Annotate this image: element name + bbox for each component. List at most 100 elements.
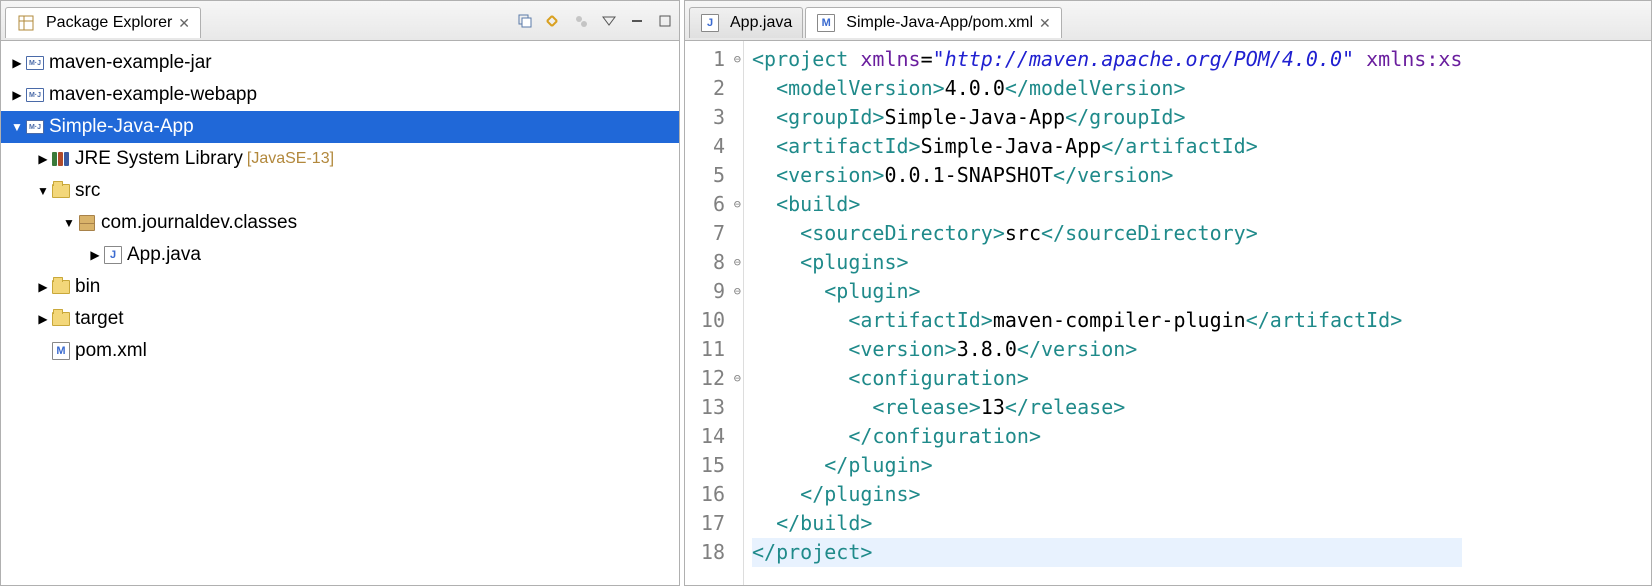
editor-tab-pom-xml[interactable]: M Simple-Java-App/pom.xml ✕	[805, 7, 1061, 38]
editor-panel: J App.java M Simple-Java-App/pom.xml ✕ 1…	[684, 0, 1652, 586]
code-line[interactable]: </build>	[752, 509, 1462, 538]
code-line[interactable]: <artifactId>Simple-Java-App</artifactId>	[752, 132, 1462, 161]
line-number: 11	[685, 335, 725, 364]
gutter-row[interactable]: 1⊖	[685, 45, 743, 74]
line-number: 8	[685, 248, 725, 277]
code-line[interactable]: <version>0.0.1-SNAPSHOT</version>	[752, 161, 1462, 190]
maven-project-icon: M·J	[25, 88, 45, 102]
gutter-row[interactable]: 17	[685, 509, 743, 538]
expand-arrow-icon[interactable]: ▶	[35, 280, 51, 294]
code-line[interactable]: <project xmlns="http://maven.apache.org/…	[752, 45, 1462, 74]
link-editor-icon[interactable]	[543, 11, 563, 31]
package-explorer-tab[interactable]: Package Explorer ✕	[5, 7, 201, 38]
editor-tab-label: App.java	[730, 14, 792, 32]
code-line[interactable]: <plugin>	[752, 277, 1462, 306]
line-number: 15	[685, 451, 725, 480]
fold-icon[interactable]: ⊖	[725, 45, 741, 74]
gutter-row[interactable]: 3	[685, 103, 743, 132]
tree-item-pom-xml[interactable]: M pom.xml	[1, 335, 679, 367]
minimize-icon[interactable]	[627, 11, 647, 31]
gutter-row[interactable]: 16	[685, 480, 743, 509]
collapse-arrow-icon[interactable]: ▼	[9, 120, 25, 134]
code-line[interactable]: <plugins>	[752, 248, 1462, 277]
line-number: 7	[685, 219, 725, 248]
gutter-row[interactable]: 9⊖	[685, 277, 743, 306]
tree-item-src[interactable]: ▼ src	[1, 175, 679, 207]
code-line[interactable]: <groupId>Simple-Java-App</groupId>	[752, 103, 1462, 132]
tree-label: maven-example-webapp	[49, 84, 257, 106]
line-number: 10	[685, 306, 725, 335]
tree-item-app-java[interactable]: ▶ J App.java	[1, 239, 679, 271]
folder-icon	[51, 280, 71, 294]
gutter-row[interactable]: 10	[685, 306, 743, 335]
tree-item-target[interactable]: ▶ target	[1, 303, 679, 335]
line-number: 2	[685, 74, 725, 103]
code-line[interactable]: <release>13</release>	[752, 393, 1462, 422]
gutter-row[interactable]: 13	[685, 393, 743, 422]
gutter-row[interactable]: 14	[685, 422, 743, 451]
line-number: 17	[685, 509, 725, 538]
code-line[interactable]: <modelVersion>4.0.0</modelVersion>	[752, 74, 1462, 103]
gutter-row[interactable]: 2	[685, 74, 743, 103]
line-number: 18	[685, 538, 725, 567]
line-number: 12	[685, 364, 725, 393]
gutter-row[interactable]: 15	[685, 451, 743, 480]
package-explorer-panel: Package Explorer ✕ ▶ M·J maven-example-j…	[0, 0, 680, 586]
close-icon[interactable]: ✕	[1039, 15, 1051, 32]
line-number: 9	[685, 277, 725, 306]
fold-icon[interactable]: ⊖	[725, 248, 741, 277]
tree-item-maven-example-jar[interactable]: ▶ M·J maven-example-jar	[1, 47, 679, 79]
gutter-row[interactable]: 12⊖	[685, 364, 743, 393]
gutter-row[interactable]: 18	[685, 538, 743, 567]
expand-arrow-icon[interactable]: ▶	[9, 88, 25, 102]
code-line[interactable]: <version>3.8.0</version>	[752, 335, 1462, 364]
line-number: 3	[685, 103, 725, 132]
code-line[interactable]: <sourceDirectory>src</sourceDirectory>	[752, 219, 1462, 248]
gutter-row[interactable]: 8⊖	[685, 248, 743, 277]
code-line[interactable]: <artifactId>maven-compiler-plugin</artif…	[752, 306, 1462, 335]
gutter-row[interactable]: 7	[685, 219, 743, 248]
fold-icon[interactable]: ⊖	[725, 190, 741, 219]
code-line[interactable]: </plugins>	[752, 480, 1462, 509]
expand-arrow-icon[interactable]: ▶	[35, 152, 51, 166]
line-number: 5	[685, 161, 725, 190]
line-number: 6	[685, 190, 725, 219]
code-line[interactable]: </configuration>	[752, 422, 1462, 451]
fold-icon[interactable]: ⊖	[725, 364, 741, 393]
expand-arrow-icon[interactable]: ▶	[9, 56, 25, 70]
line-number: 4	[685, 132, 725, 161]
code-line[interactable]: <build>	[752, 190, 1462, 219]
editor-tab-app-java[interactable]: J App.java	[689, 7, 803, 38]
tree-item-jre-library[interactable]: ▶ JRE System Library [JavaSE-13]	[1, 143, 679, 175]
expand-arrow-icon[interactable]: ▶	[35, 312, 51, 326]
package-explorer-toolbar	[515, 11, 675, 31]
tree-suffix: [JavaSE-13]	[247, 150, 334, 168]
fold-icon[interactable]: ⊖	[725, 277, 741, 306]
gutter-row[interactable]: 4	[685, 132, 743, 161]
gutter-row[interactable]: 5	[685, 161, 743, 190]
gutter-row[interactable]: 6⊖	[685, 190, 743, 219]
tree-label: maven-example-jar	[49, 52, 212, 74]
view-menu-icon[interactable]	[599, 11, 619, 31]
collapse-arrow-icon[interactable]: ▼	[35, 184, 51, 198]
maximize-icon[interactable]	[655, 11, 675, 31]
code-area[interactable]: <project xmlns="http://maven.apache.org/…	[744, 41, 1470, 585]
tree-item-simple-java-app[interactable]: ▼ M·J Simple-Java-App	[1, 111, 679, 143]
tree-item-maven-example-webapp[interactable]: ▶ M·J maven-example-webapp	[1, 79, 679, 111]
collapse-all-icon[interactable]	[515, 11, 535, 31]
collapse-arrow-icon[interactable]: ▼	[61, 216, 77, 230]
close-icon[interactable]: ✕	[178, 15, 190, 32]
folder-icon	[51, 312, 71, 326]
code-line[interactable]: </plugin>	[752, 451, 1462, 480]
tree-label: pom.xml	[75, 340, 147, 362]
focus-icon[interactable]	[571, 11, 591, 31]
tree-item-package[interactable]: ▼ com.journaldev.classes	[1, 207, 679, 239]
code-line[interactable]: </project>	[752, 538, 1462, 567]
source-folder-icon	[51, 184, 71, 198]
editor-body: 1⊖23456⊖78⊖9⊖101112⊖131415161718 <projec…	[685, 41, 1651, 585]
tree-item-bin[interactable]: ▶ bin	[1, 271, 679, 303]
code-line[interactable]: <configuration>	[752, 364, 1462, 393]
expand-arrow-icon[interactable]: ▶	[87, 248, 103, 262]
tree-label: App.java	[127, 244, 201, 266]
gutter-row[interactable]: 11	[685, 335, 743, 364]
